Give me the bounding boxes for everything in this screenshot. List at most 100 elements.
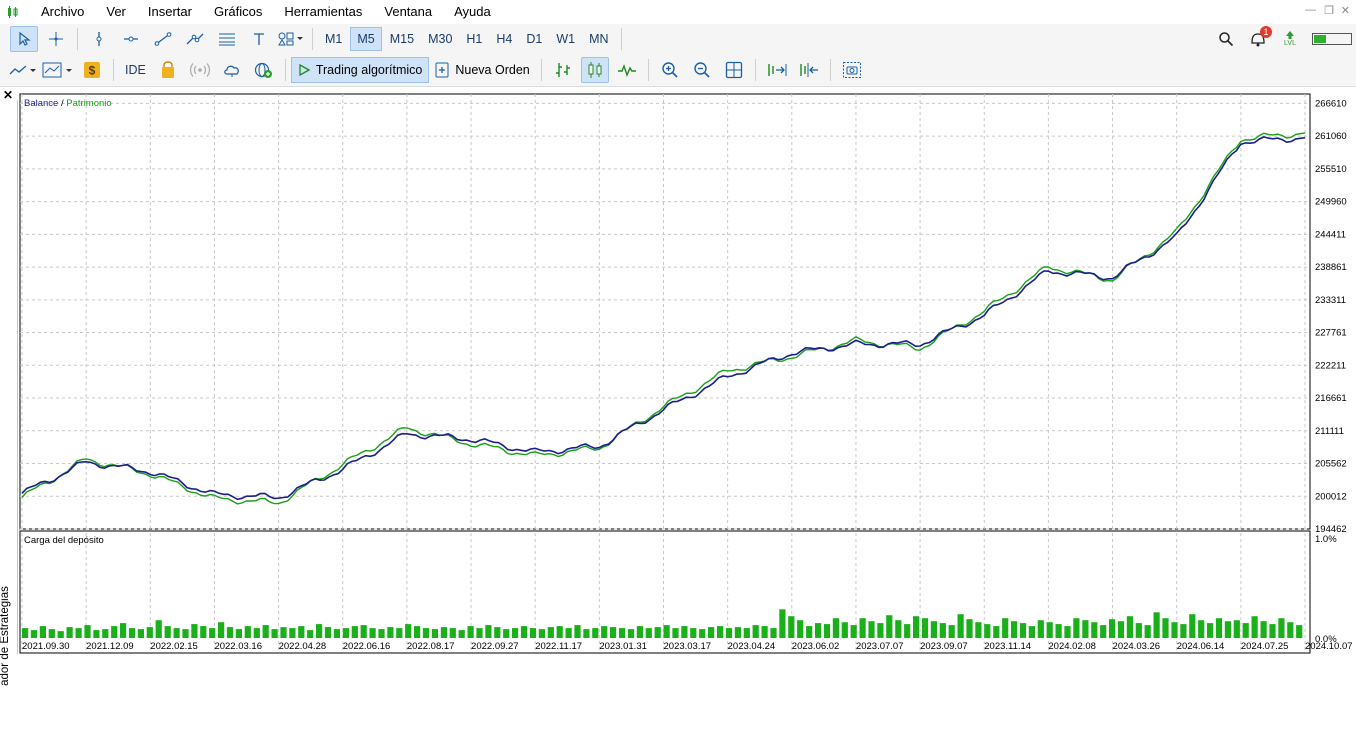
vps-cloud-icon[interactable]: [218, 57, 246, 83]
deposit-load-bar: [155, 620, 162, 638]
x-tick-label: 2024.06.14: [1177, 641, 1225, 652]
timeframe-h4[interactable]: H4: [490, 27, 518, 51]
ide-button[interactable]: IDE: [119, 57, 152, 83]
crosshair-icon[interactable]: [42, 26, 70, 52]
deposit-load-bar: [788, 616, 795, 638]
x-tick-label: 2022.03.16: [214, 641, 262, 652]
tile-windows-icon[interactable]: [720, 57, 748, 83]
deposit-load-bar: [66, 627, 73, 638]
deposit-load-bar: [226, 627, 234, 638]
deposit-load-bar: [717, 626, 724, 638]
deposit-load-bar: [218, 622, 225, 638]
timeframe-d1[interactable]: D1: [520, 27, 548, 51]
y-tick-label: 205562: [1315, 459, 1347, 470]
legend: Balance / Patrimonio: [24, 98, 112, 109]
deposit-load-bar: [324, 627, 332, 638]
deposit-load-bar: [1296, 625, 1303, 638]
menu-ventana[interactable]: Ventana: [373, 0, 443, 24]
fibonacci-icon[interactable]: [213, 26, 241, 52]
search-icon[interactable]: [1212, 26, 1240, 52]
y-tick-label: 216661: [1315, 393, 1347, 404]
deposit-load-bar: [868, 621, 875, 638]
text-tool-icon[interactable]: [245, 26, 273, 52]
algo-trading-button[interactable]: Trading algorítmico: [290, 57, 430, 83]
deposit-load-bar: [1233, 620, 1240, 638]
deposit-load-bar: [1011, 621, 1018, 638]
new-order-icon: [435, 62, 449, 78]
timeframe-m30[interactable]: M30: [422, 27, 458, 51]
market-bag-icon[interactable]: [154, 57, 182, 83]
chart-template-icon[interactable]: [42, 57, 74, 83]
deposit-load-bar: [396, 628, 403, 638]
deposit-load-bar: [1064, 626, 1071, 638]
x-tick-label: 2022.08.17: [407, 641, 455, 652]
deposit-load-bar: [111, 626, 118, 638]
deposit-load-bar: [253, 628, 260, 638]
vertical-line-icon[interactable]: [85, 26, 113, 52]
signal-level-icon[interactable]: LVL: [1276, 26, 1304, 52]
screenshot-icon[interactable]: [838, 57, 866, 83]
new-order-button[interactable]: Nueva Orden: [429, 57, 535, 83]
menu-insertar[interactable]: Insertar: [137, 0, 203, 24]
trendline-icon[interactable]: [149, 26, 177, 52]
balance-chart[interactable]: 266610 261060 255510 249960 244411 238861 2333…: [0, 86, 1356, 654]
deposit-load-bar: [1242, 623, 1249, 638]
y-tick-label: 266610: [1315, 98, 1347, 109]
deposit-load-bar: [601, 626, 608, 638]
deposit-load-bar: [1144, 625, 1151, 638]
deposit-load-bar: [583, 629, 590, 638]
timeframe-m15[interactable]: M15: [384, 27, 420, 51]
menu-ver[interactable]: Ver: [95, 0, 137, 24]
deposit-load-bar: [877, 623, 884, 638]
deposit-load-bar: [627, 629, 635, 638]
toolbar-right: 1 LVL: [1210, 24, 1356, 54]
horizontal-line-icon[interactable]: [117, 26, 145, 52]
dollar-icon[interactable]: $: [78, 57, 106, 83]
zoom-out-icon[interactable]: [688, 57, 716, 83]
notifications-icon[interactable]: 1: [1244, 26, 1272, 52]
auto-scroll-icon[interactable]: [763, 57, 791, 83]
deposit-load-bar: [280, 627, 287, 638]
deposit-load-bar: [939, 623, 946, 638]
deposit-load-bar: [743, 628, 750, 638]
zoom-in-icon[interactable]: [656, 57, 684, 83]
candlestick-icon[interactable]: [580, 57, 609, 83]
shapes-icon[interactable]: [277, 26, 305, 52]
deposit-load-bar: [503, 629, 510, 638]
deposit-load-bar: [850, 625, 857, 638]
x-tick-label: 2022.02.15: [150, 641, 198, 652]
deposit-load-bar: [663, 625, 670, 638]
menu-herramientas[interactable]: Herramientas: [273, 0, 373, 24]
timeframe-mn[interactable]: MN: [583, 27, 614, 51]
minimize-icon[interactable]: —: [1305, 4, 1316, 16]
timeframe-h1[interactable]: H1: [460, 27, 488, 51]
timeframe-w1[interactable]: W1: [550, 27, 581, 51]
deposit-load-bar: [146, 627, 153, 638]
line-chart-icon[interactable]: [613, 57, 641, 83]
deposit-load-bar: [262, 625, 269, 638]
deposit-load-bar: [512, 628, 519, 638]
close-window-icon[interactable]: ✕: [1341, 4, 1350, 17]
bar-chart-icon[interactable]: [549, 57, 577, 83]
deposit-load-bar: [1269, 624, 1276, 638]
menu-archivo[interactable]: Archivo: [30, 0, 95, 24]
channel-icon[interactable]: [181, 26, 209, 52]
cursor-tool-icon[interactable]: [10, 26, 38, 52]
deposit-load-bar: [948, 625, 955, 638]
deposit-load-bar: [636, 626, 643, 638]
notification-badge: 1: [1260, 26, 1272, 38]
deposit-load-bar: [547, 627, 554, 638]
timeframe-m5[interactable]: M5: [350, 27, 382, 51]
menu-ayuda[interactable]: Ayuda: [443, 0, 502, 24]
deposit-load-bar: [752, 625, 759, 638]
chart-shift-icon[interactable]: [795, 57, 823, 83]
signals-icon[interactable]: [186, 57, 214, 83]
menu-graficos[interactable]: Gráficos: [203, 0, 273, 24]
deposit-load-bar: [1171, 622, 1178, 638]
deposit-load-bar: [654, 627, 661, 638]
restore-icon[interactable]: ❐: [1324, 4, 1334, 17]
globe-add-icon[interactable]: [250, 57, 278, 83]
x-tick-label: 2022.09.27: [471, 641, 519, 652]
chart-type-line-icon[interactable]: [8, 57, 38, 83]
timeframe-m1[interactable]: M1: [319, 27, 348, 51]
